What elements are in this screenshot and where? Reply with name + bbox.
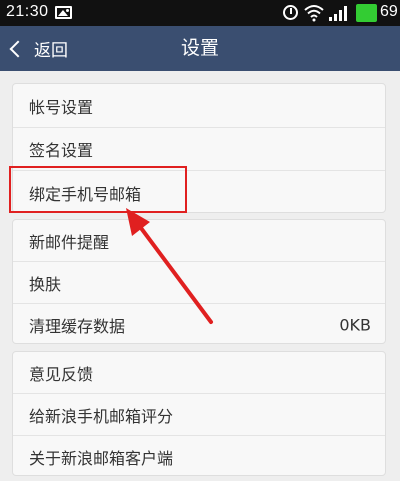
clear-cache-item[interactable]: 清理缓存数据 0KB	[13, 304, 385, 345]
alarm-icon	[283, 5, 298, 20]
item-label: 意见反馈	[29, 364, 94, 384]
signature-settings-item[interactable]: 签名设置	[13, 128, 385, 170]
image-icon	[55, 6, 72, 19]
settings-group-account: 帐号设置 签名设置 绑定手机号邮箱	[12, 83, 386, 213]
bind-phone-email-item[interactable]: 绑定手机号邮箱	[13, 171, 385, 214]
settings-group-general: 新邮件提醒 换肤 清理缓存数据 0KB	[12, 219, 386, 344]
new-mail-alert-item[interactable]: 新邮件提醒	[13, 220, 385, 261]
item-label: 给新浪手机邮箱评分	[29, 406, 174, 426]
battery-icon	[356, 4, 377, 22]
account-settings-item[interactable]: 帐号设置	[13, 84, 385, 127]
signal-icon	[329, 6, 347, 21]
rate-app-item[interactable]: 给新浪手机邮箱评分	[13, 394, 385, 435]
item-label: 签名设置	[29, 141, 94, 160]
item-label: 换肤	[29, 274, 62, 294]
status-bar: 21:30 69	[0, 0, 400, 26]
feedback-item[interactable]: 意见反馈	[13, 352, 385, 393]
item-label: 清理缓存数据	[29, 316, 126, 336]
item-label: 绑定手机号邮箱	[29, 184, 142, 204]
wifi-icon	[304, 5, 324, 22]
cache-size-value: 0KB	[339, 315, 371, 334]
item-label: 关于新浪邮箱客户端	[29, 448, 174, 468]
change-skin-item[interactable]: 换肤	[13, 262, 385, 303]
settings-group-about: 意见反馈 给新浪手机邮箱评分 关于新浪邮箱客户端	[12, 351, 386, 476]
about-client-item[interactable]: 关于新浪邮箱客户端	[13, 436, 385, 477]
header-bar: 返回 设置	[0, 26, 400, 71]
item-label: 新邮件提醒	[29, 232, 110, 252]
battery-level: 69	[380, 3, 398, 20]
item-label: 帐号设置	[29, 97, 94, 117]
page-title: 设置	[180, 37, 219, 59]
status-time: 21:30	[6, 3, 49, 20]
